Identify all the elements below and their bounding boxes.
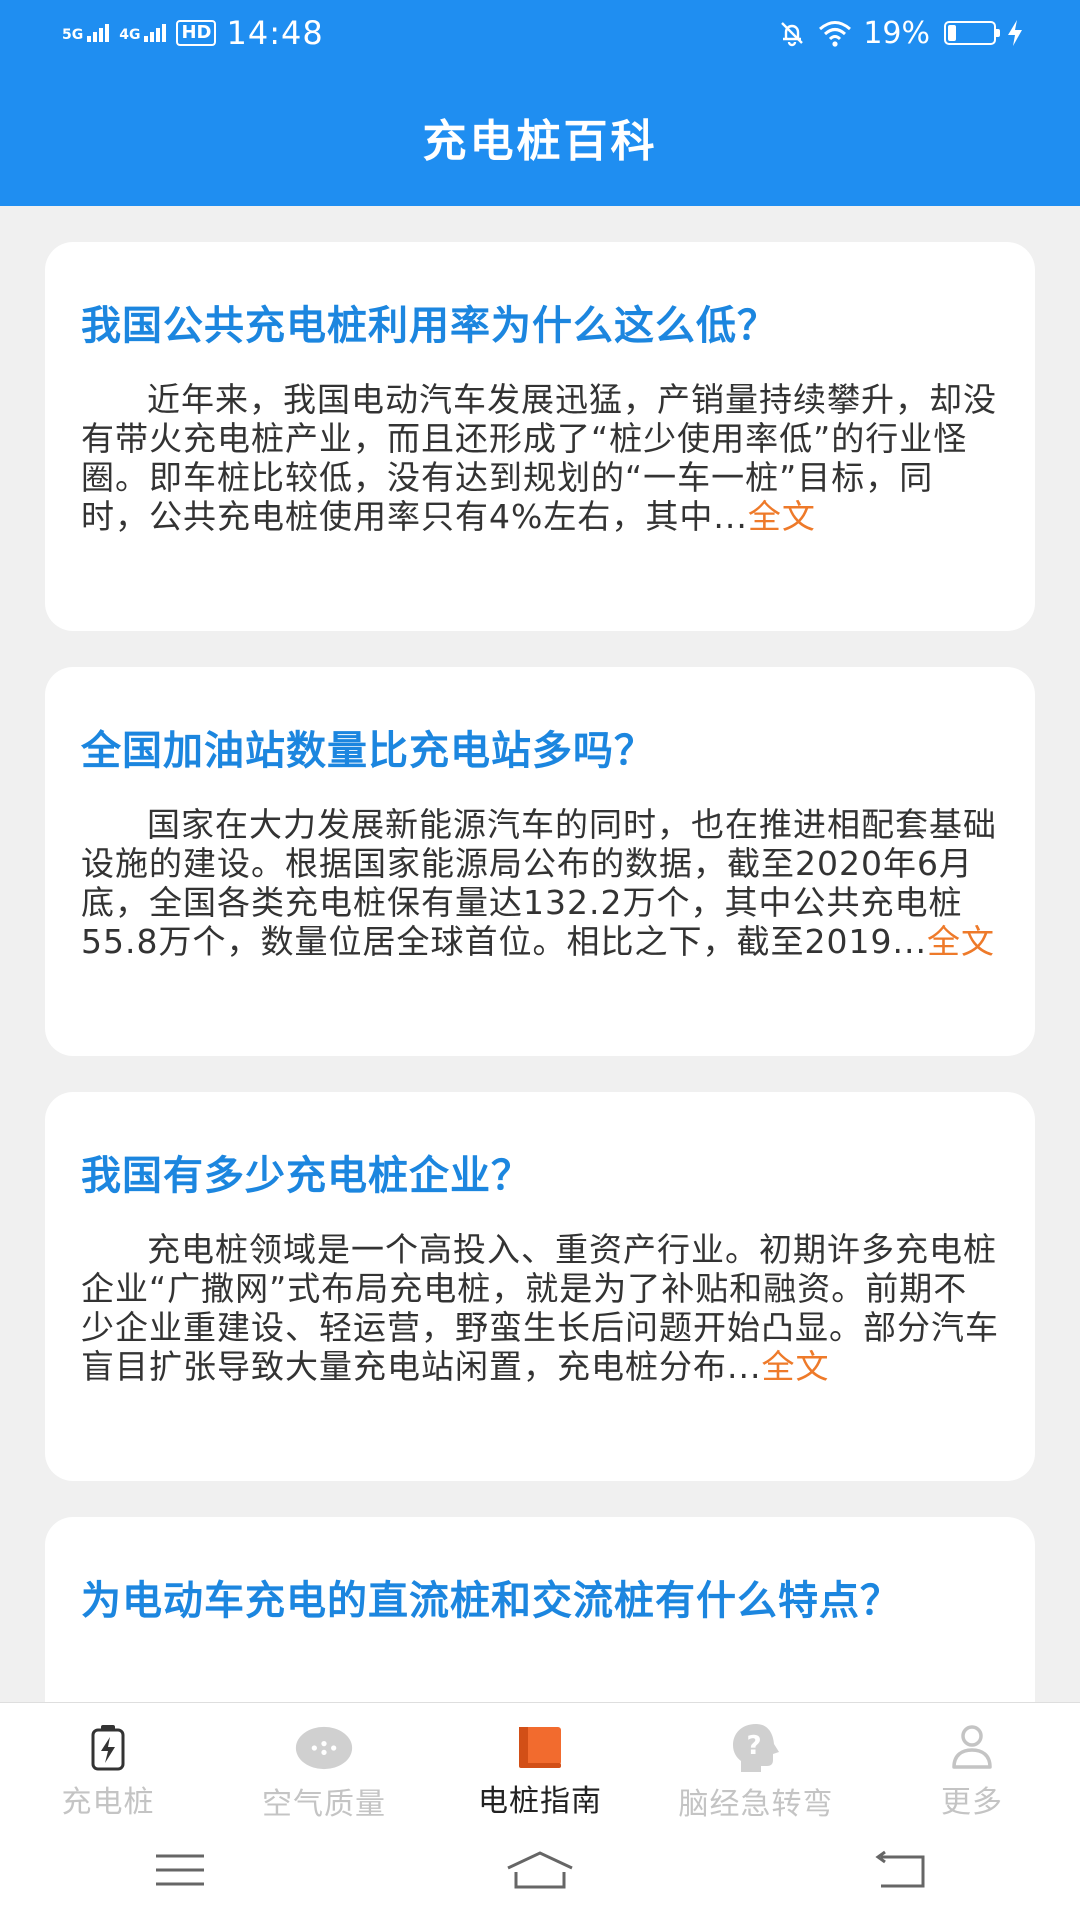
- article-title[interactable]: 为电动车充电的直流桩和交流桩有什么特点？: [81, 1577, 999, 1625]
- article-summary-text: 国家在大力发展新能源汽车的同时，也在推进相配套基础设施的建设。根据国家能源局公布…: [81, 805, 997, 961]
- article-summary: 近年来，我国电动汽车发展迅猛，产销量持续攀升，却没有带火充电桩产业，而且还形成了…: [81, 380, 999, 536]
- article-summary: 充电桩领域是一个高投入、重资产行业。初期许多充电桩企业“广撒网”式布局充电桩，就…: [81, 1230, 999, 1386]
- tab-label: 充电桩: [61, 1785, 155, 1820]
- read-more-link[interactable]: 全文: [761, 1347, 829, 1386]
- network-2-label: 4G: [119, 27, 141, 43]
- article-summary: 国家在大力发展新能源汽车的同时，也在推进相配套基础设施的建设。根据国家能源局公布…: [81, 805, 999, 961]
- status-right: 19%: [777, 16, 1024, 51]
- mute-bell-icon: [781, 22, 804, 47]
- tab-guide[interactable]: 电桩指南: [432, 1703, 648, 1820]
- app-header: 5G 4G HD 14:48 19% 充电桩百科: [0, 0, 1080, 206]
- tab-label: 空气质量: [262, 1787, 386, 1822]
- back-icon: [875, 1850, 925, 1888]
- article-summary-text: 近年来，我国电动汽车发展迅猛，产销量持续攀升，却没有带火充电桩产业，而且还形成了…: [81, 380, 997, 536]
- battery-icon: [944, 21, 1000, 45]
- menu-button[interactable]: [140, 1840, 220, 1900]
- bottom-tab-bar: 充电桩 空气质量 电桩指南 ? 脑经急转弯 更多: [0, 1702, 1080, 1822]
- air-quality-icon: [295, 1723, 353, 1773]
- tab-charging-pile[interactable]: 充电桩: [0, 1703, 216, 1820]
- battery-percent: 19%: [863, 15, 930, 51]
- article-summary-text: 充电桩领域是一个高投入、重资产行业。初期许多充电桩企业“广撒网”式布局充电桩，就…: [81, 1230, 999, 1386]
- article-card[interactable]: 我国有多少充电桩企业？ 充电桩领域是一个高投入、重资产行业。初期许多充电桩企业“…: [45, 1092, 1035, 1481]
- wifi-icon: [819, 21, 852, 47]
- article-title[interactable]: 我国公共充电桩利用率为什么这么低？: [81, 302, 999, 350]
- home-icon: [507, 1851, 573, 1889]
- charging-pile-icon: [79, 1723, 137, 1771]
- person-icon: [943, 1723, 1001, 1771]
- svg-text:?: ?: [746, 1731, 761, 1761]
- battery-fill: [948, 25, 957, 41]
- article-list[interactable]: 我国公共充电桩利用率为什么这么低？ 近年来，我国电动汽车发展迅猛，产销量持续攀升…: [0, 206, 1080, 1702]
- article-card[interactable]: 为电动车充电的直流桩和交流桩有什么特点？: [45, 1517, 1035, 1702]
- charging-bolt-icon: [1008, 20, 1022, 46]
- tab-label: 更多: [941, 1785, 1003, 1820]
- system-nav-bar: [0, 1820, 1080, 1920]
- hd-badge: HD: [176, 20, 217, 46]
- status-bar: 5G 4G HD 14:48 19%: [0, 0, 1080, 66]
- tab-brain-teaser[interactable]: ? 脑经急转弯: [648, 1703, 864, 1822]
- back-button[interactable]: [860, 1840, 940, 1900]
- page-title: 充电桩百科: [422, 116, 658, 167]
- status-left: 5G 4G HD 14:48: [62, 14, 324, 52]
- article-title[interactable]: 我国有多少充电桩企业？: [81, 1152, 999, 1200]
- read-more-link[interactable]: 全文: [748, 497, 816, 536]
- status-time: 14:48: [226, 14, 324, 52]
- article-card[interactable]: 我国公共充电桩利用率为什么这么低？ 近年来，我国电动汽车发展迅猛，产销量持续攀升…: [45, 242, 1035, 631]
- home-button[interactable]: [500, 1840, 580, 1900]
- signal-4g-icon: 4G: [119, 24, 167, 43]
- menu-icon: [156, 1854, 204, 1886]
- book-icon: [511, 1723, 569, 1770]
- tab-more[interactable]: 更多: [864, 1703, 1080, 1820]
- article-card[interactable]: 全国加油站数量比充电站多吗？ 国家在大力发展新能源汽车的同时，也在推进相配套基础…: [45, 667, 1035, 1056]
- tab-label: 电桩指南: [478, 1784, 602, 1819]
- article-title[interactable]: 全国加油站数量比充电站多吗？: [81, 727, 999, 775]
- network-1-label: 5G: [62, 27, 84, 43]
- signal-5g-icon: 5G: [62, 24, 110, 43]
- tab-label: 脑经急转弯: [678, 1787, 834, 1822]
- brain-teaser-icon: ?: [727, 1723, 785, 1773]
- tab-air-quality[interactable]: 空气质量: [216, 1703, 432, 1822]
- read-more-link[interactable]: 全文: [927, 922, 995, 961]
